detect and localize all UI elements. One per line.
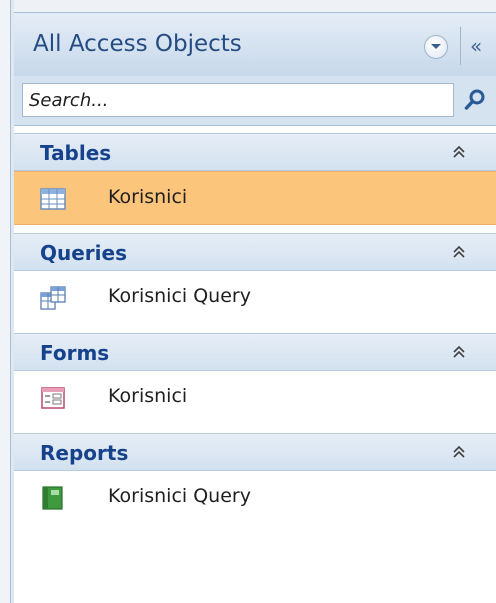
group-header-reports[interactable]: Reports bbox=[14, 433, 496, 471]
search-icon[interactable] bbox=[460, 83, 490, 117]
collapse-chevron-icon[interactable] bbox=[451, 344, 467, 360]
collapse-pane-button[interactable]: « bbox=[470, 31, 496, 61]
collapse-chevron-icon[interactable] bbox=[451, 144, 467, 160]
header-divider bbox=[460, 27, 461, 65]
search-bar bbox=[14, 76, 496, 126]
search-input[interactable] bbox=[22, 83, 454, 117]
group-label: Queries bbox=[40, 241, 127, 265]
nav-item-label: Korisnici bbox=[108, 186, 188, 208]
dropdown-circle-icon[interactable] bbox=[424, 35, 448, 59]
query-icon bbox=[40, 286, 66, 310]
nav-item-query-korisnici-query[interactable]: Korisnici Query bbox=[14, 271, 496, 325]
group-header-queries[interactable]: Queries bbox=[14, 233, 496, 271]
form-icon bbox=[41, 387, 65, 409]
group-label: Reports bbox=[40, 441, 129, 465]
nav-item-table-korisnici[interactable]: Korisnici bbox=[14, 171, 496, 225]
nav-item-label: Korisnici Query bbox=[108, 485, 251, 507]
pane-top-strip bbox=[14, 0, 496, 12]
collapse-chevron-icon[interactable] bbox=[451, 444, 467, 460]
navigation-pane: All Access Objects « Tables bbox=[0, 0, 496, 603]
nav-item-label: Korisnici bbox=[108, 385, 188, 407]
nav-item-report-korisnici-query[interactable]: Korisnici Query bbox=[14, 471, 496, 525]
pane-title[interactable]: All Access Objects bbox=[33, 31, 242, 57]
group-label: Tables bbox=[40, 141, 112, 165]
nav-item-form-korisnici[interactable]: Korisnici bbox=[14, 371, 496, 425]
group-header-forms[interactable]: Forms bbox=[14, 333, 496, 371]
nav-item-label: Korisnici Query bbox=[108, 285, 251, 307]
pane-left-border bbox=[0, 0, 14, 603]
pane-header[interactable]: All Access Objects « bbox=[14, 12, 496, 76]
collapse-chevron-icon[interactable] bbox=[451, 244, 467, 260]
group-label: Forms bbox=[40, 341, 110, 365]
group-header-tables[interactable]: Tables bbox=[14, 133, 496, 171]
report-icon bbox=[42, 486, 63, 510]
table-icon bbox=[40, 188, 66, 210]
